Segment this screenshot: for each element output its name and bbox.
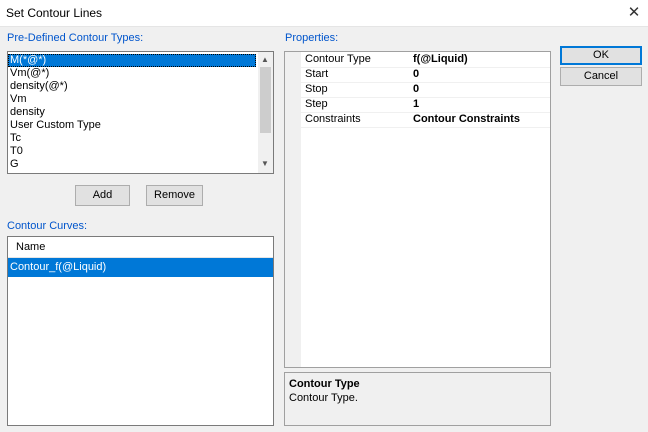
remove-button[interactable]: Remove	[146, 185, 203, 206]
add-button[interactable]: Add	[75, 185, 130, 206]
list-item[interactable]: User Custom Type	[8, 119, 256, 132]
properties-label: Properties:	[285, 32, 339, 44]
predefined-scrollbar[interactable]: ▲ ▼	[257, 52, 273, 173]
list-item[interactable]: Vm(@*)	[8, 67, 256, 80]
list-item[interactable]: G	[8, 158, 256, 171]
property-name: Contour Type	[305, 53, 371, 65]
property-row[interactable]: Constraints Contour Constraints	[285, 112, 550, 128]
property-row[interactable]: Contour Type f(@Liquid)	[285, 52, 550, 68]
property-value[interactable]: 1	[413, 97, 419, 112]
scroll-up-icon[interactable]: ▲	[258, 53, 272, 67]
property-row[interactable]: Start 0	[285, 67, 550, 83]
scroll-thumb[interactable]	[260, 67, 271, 133]
property-value[interactable]: f(@Liquid)	[413, 52, 468, 67]
table-row[interactable]: Contour_f(@Liquid)	[8, 258, 273, 277]
list-item[interactable]: Vm	[8, 93, 256, 106]
property-row[interactable]: Step 1	[285, 97, 550, 113]
list-item[interactable]: Tc	[8, 132, 256, 145]
scroll-down-icon[interactable]: ▼	[258, 157, 272, 171]
property-value[interactable]: 0	[413, 82, 419, 97]
description-text: Contour Type.	[289, 392, 358, 404]
description-title: Contour Type	[289, 378, 360, 390]
predefined-types-list[interactable]: M(*@*) Vm(@*) density(@*) Vm density Use…	[7, 51, 274, 174]
list-item[interactable]: M(*@*)	[8, 54, 256, 67]
property-value[interactable]: 0	[413, 67, 419, 82]
cancel-button[interactable]: Cancel	[560, 67, 642, 86]
property-description-panel: Contour Type Contour Type.	[284, 372, 551, 426]
property-name: Start	[305, 68, 329, 80]
contour-curves-label: Contour Curves:	[7, 220, 88, 232]
list-item[interactable]: density(@*)	[8, 80, 256, 93]
property-name: Step	[305, 98, 328, 110]
property-value[interactable]: Contour Constraints	[413, 112, 520, 127]
contour-curves-table[interactable]: Name Contour_f(@Liquid)	[7, 236, 274, 426]
ok-button[interactable]: OK	[560, 46, 642, 65]
list-item[interactable]: T0	[8, 145, 256, 158]
predefined-types-label: Pre-Defined Contour Types:	[7, 32, 144, 44]
property-name: Constraints	[305, 113, 361, 125]
property-grid[interactable]: Contour Type f(@Liquid) Start 0 Stop 0 S…	[284, 51, 551, 368]
column-header-name[interactable]: Name	[8, 237, 273, 258]
window-title: Set Contour Lines	[6, 6, 103, 20]
property-name: Stop	[305, 83, 328, 95]
property-row[interactable]: Stop 0	[285, 82, 550, 98]
close-icon[interactable]: ✕	[620, 0, 648, 26]
list-item[interactable]: density	[8, 106, 256, 119]
